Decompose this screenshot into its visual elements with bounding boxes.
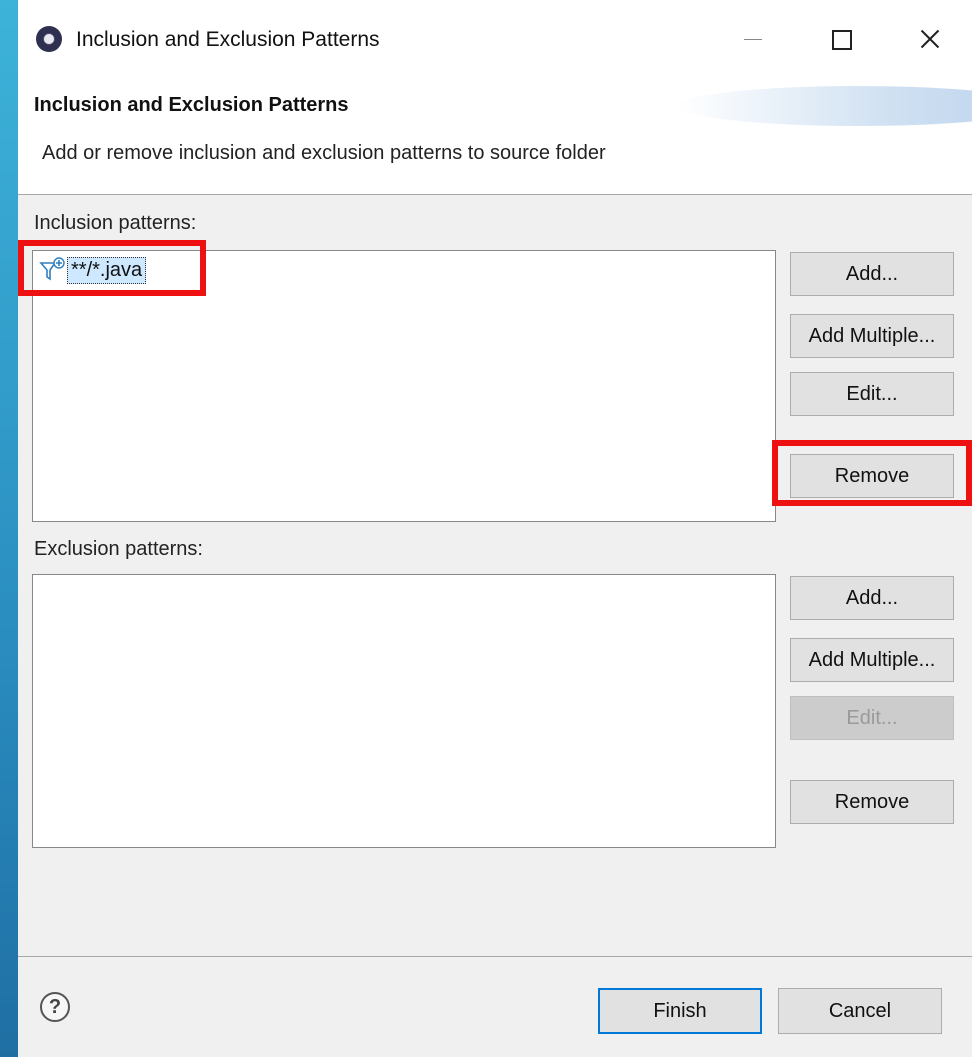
inclusion-patterns-label: Inclusion patterns:	[34, 212, 197, 234]
highlight-box-remove	[772, 440, 972, 506]
exclusion-add-multiple-button[interactable]: Add Multiple...	[790, 638, 954, 682]
inclusion-add-button[interactable]: Add...	[790, 252, 954, 296]
page-title: Inclusion and Exclusion Patterns	[34, 94, 349, 116]
help-icon[interactable]: ?	[40, 992, 70, 1022]
cancel-button[interactable]: Cancel	[778, 988, 942, 1034]
exclusion-edit-button: Edit...	[790, 696, 954, 740]
eclipse-app-icon	[36, 26, 62, 52]
minimize-button[interactable]	[730, 16, 776, 62]
window-title: Inclusion and Exclusion Patterns	[76, 28, 380, 51]
highlight-box-pattern	[18, 240, 206, 296]
footer-separator	[18, 956, 972, 957]
title-bar[interactable]: Inclusion and Exclusion Patterns	[18, 0, 972, 78]
finish-button[interactable]: Finish	[598, 988, 762, 1034]
exclusion-add-button[interactable]: Add...	[790, 576, 954, 620]
banner-graphic	[678, 86, 972, 126]
header-banner: Inclusion and Exclusion Patterns Add or …	[18, 78, 972, 195]
exclusion-remove-button[interactable]: Remove	[790, 780, 954, 824]
close-button[interactable]	[906, 16, 952, 62]
maximize-button[interactable]	[818, 16, 864, 62]
exclusion-patterns-label: Exclusion patterns:	[34, 538, 203, 560]
inclusion-edit-button[interactable]: Edit...	[790, 372, 954, 416]
exclusion-patterns-list[interactable]	[32, 574, 776, 848]
dialog-window: Inclusion and Exclusion Patterns Inclusi…	[18, 0, 972, 1057]
page-description: Add or remove inclusion and exclusion pa…	[42, 142, 606, 164]
inclusion-add-multiple-button[interactable]: Add Multiple...	[790, 314, 954, 358]
